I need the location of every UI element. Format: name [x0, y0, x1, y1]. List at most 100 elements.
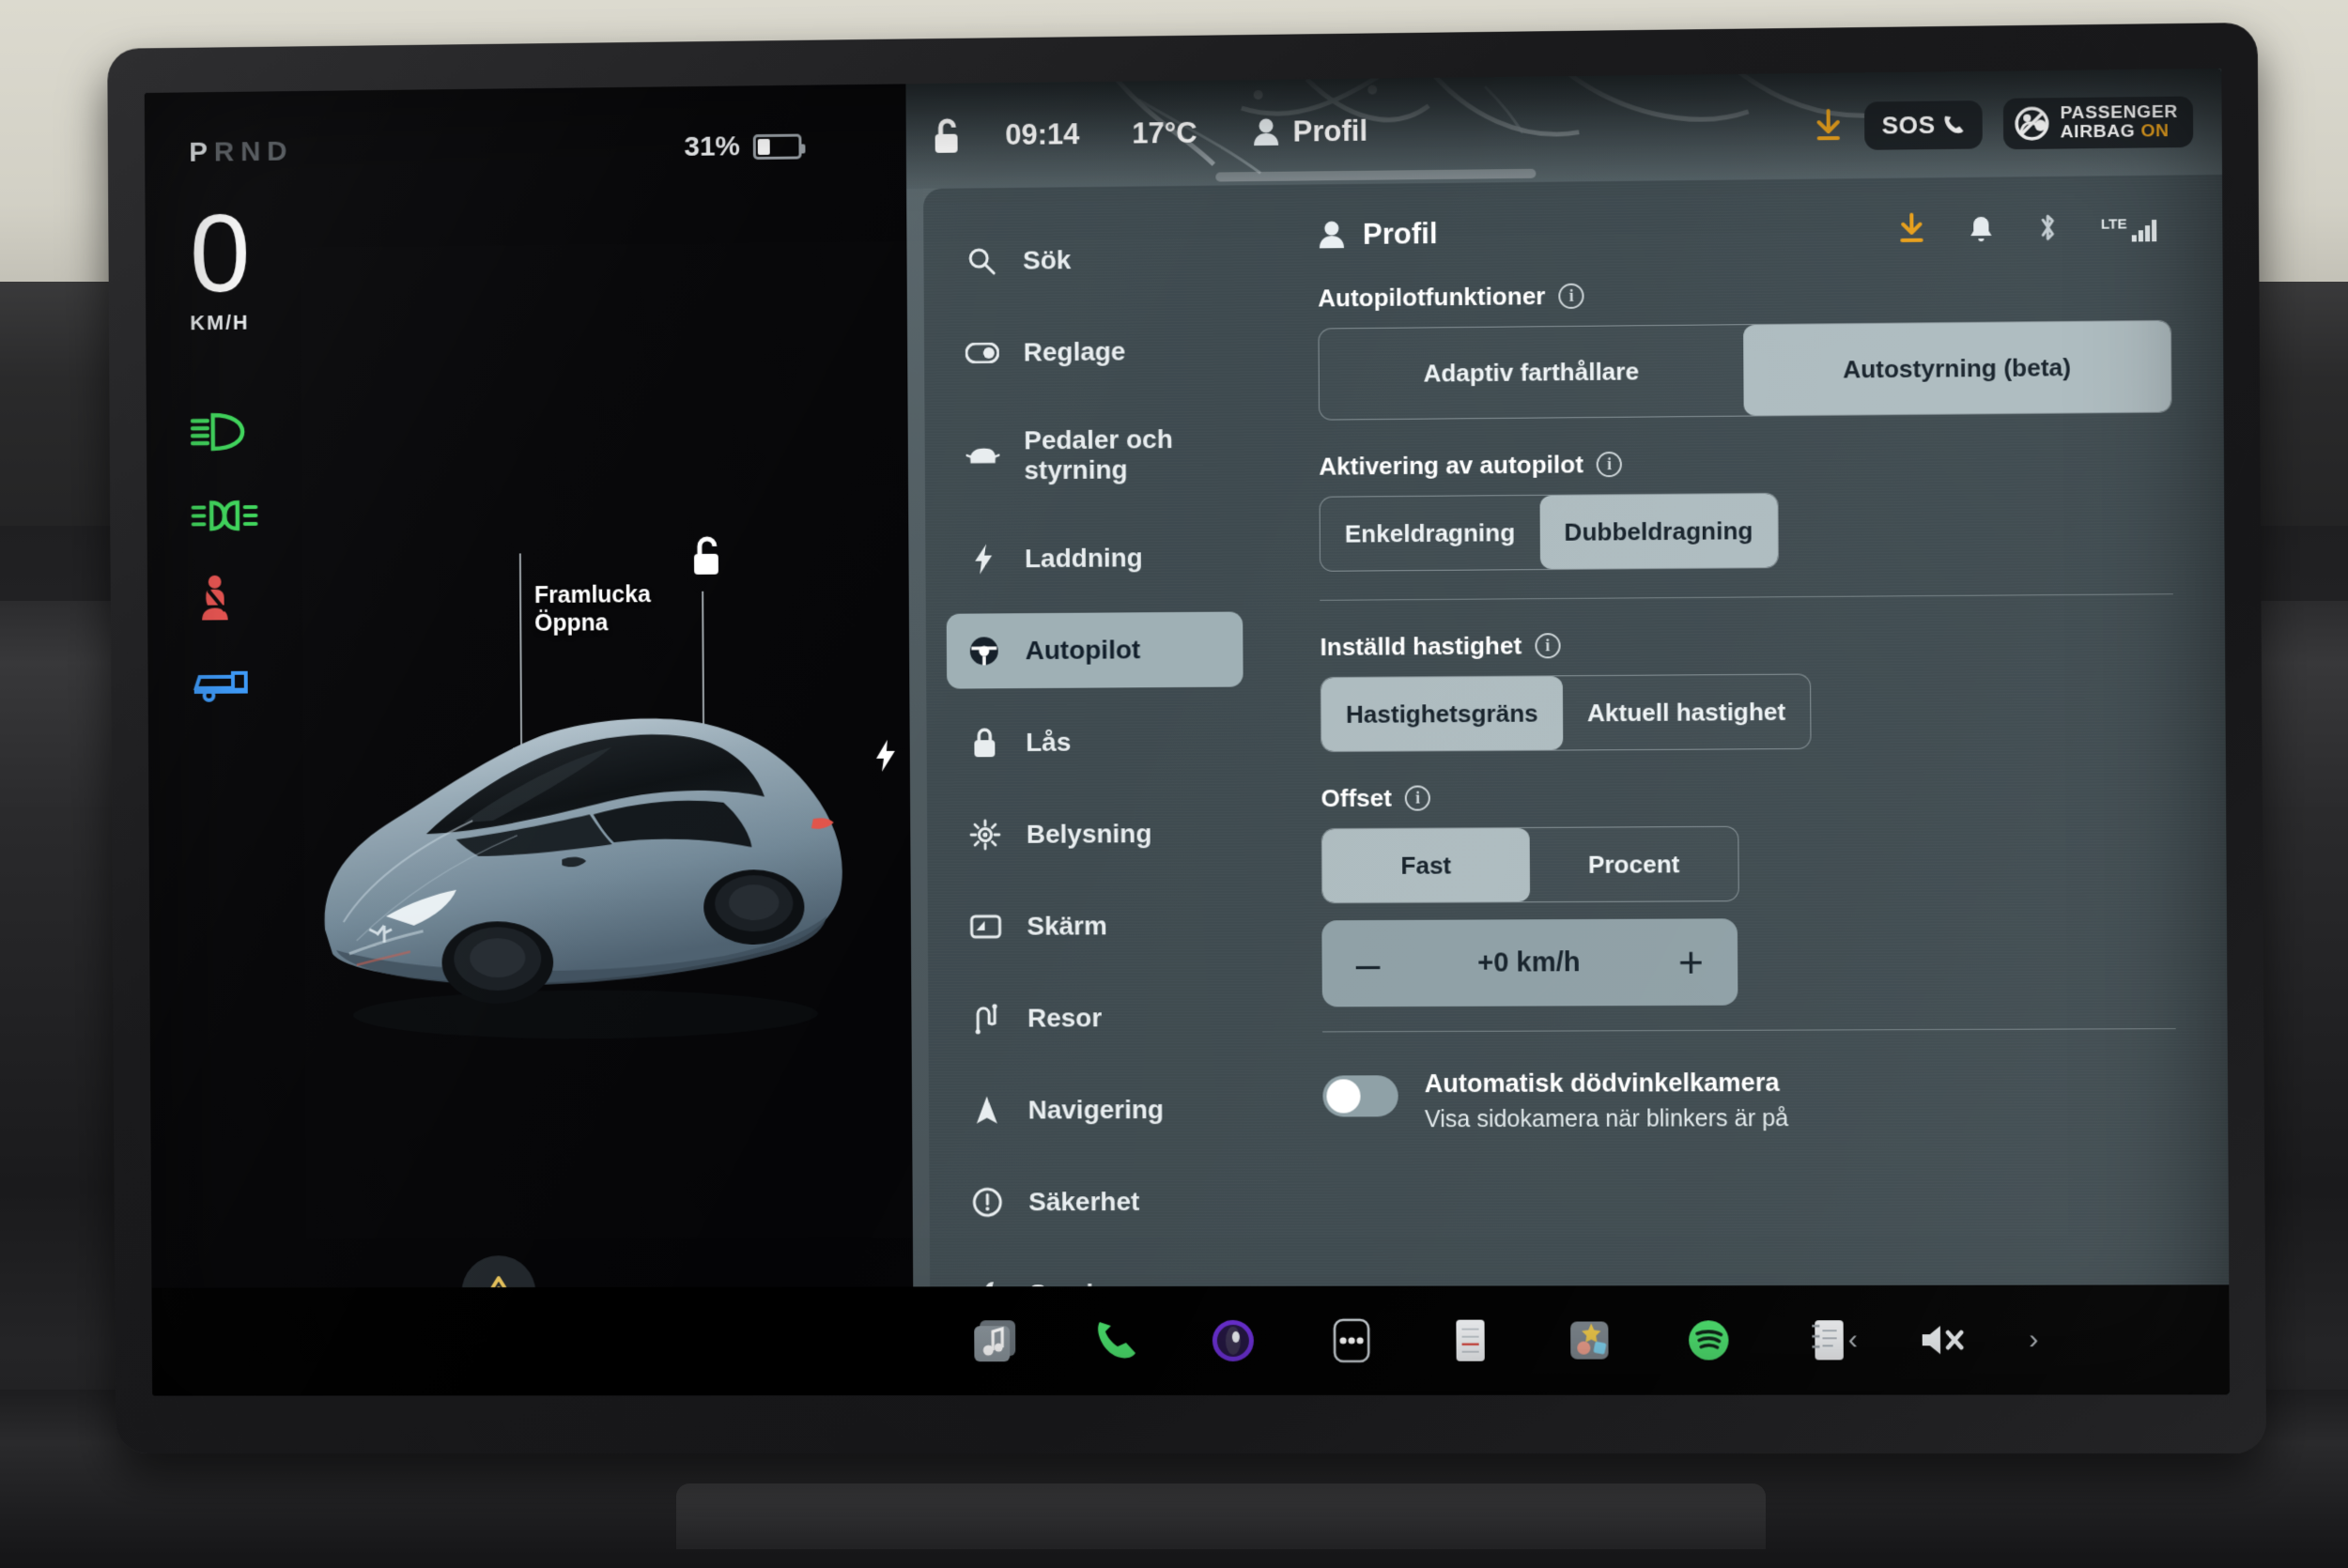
sidebar-label-skarm: Skärm — [1027, 911, 1107, 942]
light-bulb-icon — [968, 819, 1002, 851]
sidebar-item-skarm[interactable]: Skärm — [948, 888, 1244, 964]
volume-prev-button[interactable]: ‹ — [1848, 1324, 1858, 1356]
info-icon-offset[interactable]: i — [1405, 785, 1430, 810]
info-icon-set-speed[interactable]: i — [1535, 633, 1560, 658]
sidebar-label-resor: Resor — [1027, 1003, 1102, 1033]
volume-muted-icon[interactable] — [1919, 1321, 1969, 1359]
bluetooth-icon[interactable] — [2036, 211, 2060, 244]
sidebar-item-pedaler-och-styrning[interactable]: Pedaler och styrning — [945, 405, 1242, 505]
label-aktivering-av-autopilot: Aktivering av autopilot — [1319, 450, 1583, 481]
blind-spot-text: Automatisk dödvinkelkamera Visa sidokame… — [1425, 1068, 1789, 1133]
offset-value: +0 km/h — [1477, 947, 1581, 979]
info-icon-features[interactable]: i — [1558, 284, 1583, 309]
segment-hastighetsgrans[interactable]: Hastighetsgräns — [1321, 676, 1563, 751]
frunk-callout[interactable]: Framlucka Öppna — [534, 580, 651, 638]
sidebar-item-sakerhet[interactable]: Säkerhet — [950, 1164, 1246, 1240]
spotify-icon[interactable] — [1681, 1313, 1737, 1367]
segment-adaptiv-farthallare[interactable]: Adaptiv farthållare — [1319, 325, 1743, 419]
blind-spot-camera-setting[interactable]: Automatisk dödvinkelkamera Visa sidokame… — [1322, 1067, 2176, 1133]
phone-icon[interactable] — [1088, 1314, 1142, 1368]
label-installd-hastighet: Inställd hastighet — [1320, 631, 1522, 662]
set-speed-segmented-control[interactable]: Hastighetsgräns Aktuell hastighet — [1321, 673, 1812, 752]
blind-spot-toggle[interactable] — [1322, 1075, 1398, 1116]
label-autopilotfunktioner: Autopilotfunktioner — [1318, 282, 1545, 313]
segment-procent[interactable]: Procent — [1530, 827, 1738, 901]
trips-icon — [969, 1003, 1003, 1035]
autopilot-feature-segmented-control[interactable]: Adaptiv farthållare Autostyrning (beta) — [1318, 320, 2171, 421]
clock-label: 09:14 — [1005, 117, 1079, 152]
profile-button[interactable]: Profil — [1318, 217, 1438, 252]
outside-temperature[interactable]: 17°C — [1132, 116, 1197, 151]
profile-label-topbar: Profil — [1293, 115, 1368, 149]
frunk-callout-title: Framlucka — [534, 580, 651, 609]
autopilot-activation-segmented-control[interactable]: Enkeldragning Dubbeldragning — [1320, 493, 1779, 572]
sidebar-label-pedaler-och-styrning: Pedaler och styrning — [1024, 423, 1221, 485]
settings-panel: Sök Reglage Pedaler och styrning — [923, 175, 2230, 1395]
segment-dubbeldragning[interactable]: Dubbeldragning — [1539, 494, 1778, 569]
notes-app-icon[interactable] — [1443, 1314, 1498, 1368]
unlock-icon[interactable] — [687, 533, 727, 583]
notification-bell-icon[interactable] — [1968, 214, 1995, 245]
sidebar-label-reglage: Reglage — [1024, 336, 1126, 367]
person-icon — [1318, 220, 1346, 250]
toggle-switch-icon — [965, 343, 999, 363]
blind-spot-subtitle: Visa sidokamera när blinkers är på — [1425, 1105, 1788, 1133]
center-console — [676, 1483, 1766, 1549]
sidebar-label-sakerhet: Säkerhet — [1028, 1187, 1139, 1217]
info-icon-activation[interactable]: i — [1597, 452, 1622, 477]
software-download-icon[interactable] — [1897, 213, 1926, 246]
label-offset: Offset — [1321, 784, 1392, 813]
offset-stepper[interactable]: – +0 km/h + — [1321, 918, 1738, 1007]
segment-autostyrning-beta[interactable]: Autostyrning (beta) — [1743, 321, 2171, 416]
charge-port-bolt-icon[interactable] — [873, 738, 899, 778]
vehicle-3d-render[interactable] — [286, 646, 884, 1051]
search-icon — [965, 246, 998, 276]
photo-gallery-icon[interactable] — [1562, 1313, 1617, 1367]
touchscreen-bezel: PRND 31% 0 KM/H — [107, 23, 2266, 1453]
volume-next-button[interactable]: › — [2029, 1324, 2038, 1356]
profile-button-topbar[interactable]: Profil — [1252, 115, 1368, 149]
sidebar-item-reglage[interactable]: Reglage — [945, 313, 1242, 391]
driver-panel: PRND 31% 0 KM/H — [145, 84, 914, 1395]
map-and-settings-panel: 09:14 17°C Profil SOS — [905, 69, 2230, 1395]
settings-status-icons: LTE — [1897, 210, 2171, 245]
sidebar-label-laddning: Laddning — [1025, 543, 1143, 574]
media-library-icon[interactable] — [969, 1314, 1024, 1368]
taskbar: ‹ › — [151, 1284, 2230, 1395]
sidebar-item-navigering[interactable]: Navigering — [950, 1072, 1246, 1148]
sidebar-item-belysning[interactable]: Belysning — [948, 796, 1244, 873]
segment-fast[interactable]: Fast — [1322, 828, 1530, 902]
more-apps-icon[interactable] — [1324, 1314, 1380, 1368]
tesla-touchscreen[interactable]: PRND 31% 0 KM/H — [145, 69, 2230, 1396]
sidebar-item-laddning[interactable]: Laddning — [946, 519, 1243, 596]
camera-lens-icon[interactable] — [1206, 1314, 1260, 1368]
section-autopilot-features: Autopilotfunktioner i Adaptiv farthållar… — [1318, 275, 2171, 420]
lte-label: LTE — [2101, 216, 2127, 232]
navigation-arrow-icon — [970, 1095, 1004, 1127]
lock-status-button[interactable] — [906, 115, 991, 157]
airbag-line2: AIRBAG — [2061, 121, 2136, 142]
sidebar-label-navigering: Navigering — [1028, 1095, 1165, 1126]
passenger-airbag-status[interactable]: PASSENGER AIRBAG ON — [2003, 96, 2194, 149]
segment-aktuell-hastighet[interactable]: Aktuell hastighet — [1563, 674, 1811, 749]
volume-controls[interactable]: ‹ › — [1848, 1321, 2039, 1359]
sidebar-item-resor[interactable]: Resor — [949, 980, 1245, 1056]
airbag-off-icon — [2013, 104, 2051, 143]
sidebar-item-autopilot[interactable]: Autopilot — [947, 611, 1244, 688]
settings-sidebar[interactable]: Sök Reglage Pedaler och styrning — [923, 185, 1268, 1395]
offset-segmented-control[interactable]: Fast Procent — [1321, 826, 1739, 903]
software-download-icon[interactable] — [1814, 109, 1845, 144]
sidebar-item-las[interactable]: Lås — [947, 704, 1244, 781]
airbag-state: ON — [2140, 121, 2169, 142]
sidebar-item-sok[interactable]: Sök — [944, 221, 1241, 299]
frunk-callout-action: Öppna — [534, 608, 651, 638]
status-bar: 09:14 17°C Profil SOS — [905, 69, 2222, 189]
person-icon — [1252, 117, 1280, 147]
bolt-icon — [966, 543, 1000, 575]
display-icon — [969, 914, 1003, 940]
section-title-set-speed: Inställd hastighet i — [1320, 627, 2173, 662]
segment-enkeldragning[interactable]: Enkeldragning — [1321, 496, 1540, 571]
offset-increase-button[interactable]: + — [1678, 941, 1704, 984]
sos-button[interactable]: SOS — [1864, 100, 1982, 150]
offset-decrease-button[interactable]: – — [1356, 942, 1381, 985]
